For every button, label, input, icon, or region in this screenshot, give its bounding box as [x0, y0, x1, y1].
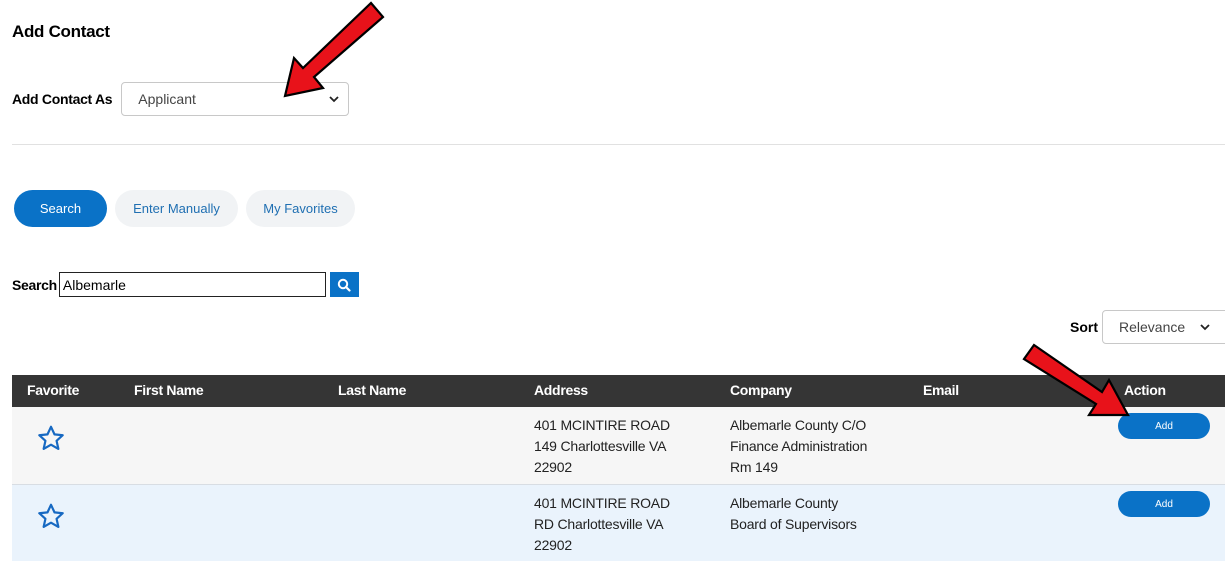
add-contact-as-label: Add Contact As [12, 91, 113, 107]
star-outline-icon[interactable] [36, 424, 66, 453]
header-first-name: First Name [134, 382, 204, 398]
search-row: Search Albemarle [12, 272, 359, 297]
header-address: Address [534, 382, 588, 398]
search-label: Search [12, 276, 57, 293]
sort-row: Sort Relevance [1070, 310, 1225, 344]
company-line: Albemarle County [730, 495, 839, 511]
address-line: RD Charlottesville VA [534, 516, 664, 532]
address-line: 401 MCINTIRE ROAD [534, 417, 670, 433]
header-action: Action [1124, 382, 1166, 398]
table-row: 401 MCINTIRE ROAD RD Charlottesville VA … [12, 485, 1225, 561]
search-icon [338, 278, 352, 292]
cell-address: 401 MCINTIRE ROAD 149 Charlottesville VA… [534, 415, 704, 478]
table-row: 401 MCINTIRE ROAD 149 Charlottesville VA… [12, 407, 1225, 485]
address-line: 149 Charlottesville VA [534, 438, 667, 454]
sort-value: Relevance [1119, 319, 1186, 335]
add-contact-as-row: Add Contact As Applicant [12, 82, 350, 116]
tab-enter-manually[interactable]: Enter Manually [115, 190, 238, 227]
contact-mode-tabs: Search Enter Manually My Favorites [14, 190, 355, 227]
sort-label: Sort [1070, 319, 1098, 335]
table-header: Favorite First Name Last Name Address Co… [12, 375, 1225, 407]
tab-my-favorites[interactable]: My Favorites [246, 190, 355, 227]
company-line: Albemarle County C/O [730, 417, 867, 433]
search-button[interactable] [329, 272, 359, 297]
cell-address: 401 MCINTIRE ROAD RD Charlottesville VA … [534, 493, 704, 556]
address-line: 401 MCINTIRE ROAD [534, 495, 670, 511]
chevron-down-icon [1200, 324, 1210, 331]
add-contact-as-value: Applicant [138, 91, 196, 107]
header-email: Email [923, 382, 959, 398]
company-line: Board of Supervisors [730, 516, 857, 532]
search-input[interactable]: Albemarle [58, 272, 326, 297]
address-line: 22902 [534, 459, 572, 475]
header-favorite: Favorite [27, 382, 80, 398]
header-last-name: Last Name [338, 382, 407, 398]
cell-company: Albemarle County Board of Supervisors [730, 493, 910, 535]
add-button[interactable]: Add [1118, 491, 1210, 517]
divider [12, 144, 1225, 145]
chevron-down-icon [329, 96, 339, 103]
company-line: Finance Administration [730, 438, 868, 454]
star-outline-icon[interactable] [36, 502, 66, 531]
page-title: Add Contact [12, 22, 110, 41]
add-button[interactable]: Add [1118, 413, 1210, 439]
add-contact-as-select[interactable]: Applicant [121, 82, 350, 116]
cell-company: Albemarle County C/O Finance Administrat… [730, 415, 910, 478]
sort-select[interactable]: Relevance [1102, 310, 1225, 344]
header-company: Company [730, 382, 792, 398]
company-line: Rm 149 [730, 459, 778, 475]
contacts-table: Favorite First Name Last Name Address Co… [12, 375, 1225, 561]
tab-search[interactable]: Search [14, 190, 107, 227]
address-line: 22902 [534, 537, 572, 553]
